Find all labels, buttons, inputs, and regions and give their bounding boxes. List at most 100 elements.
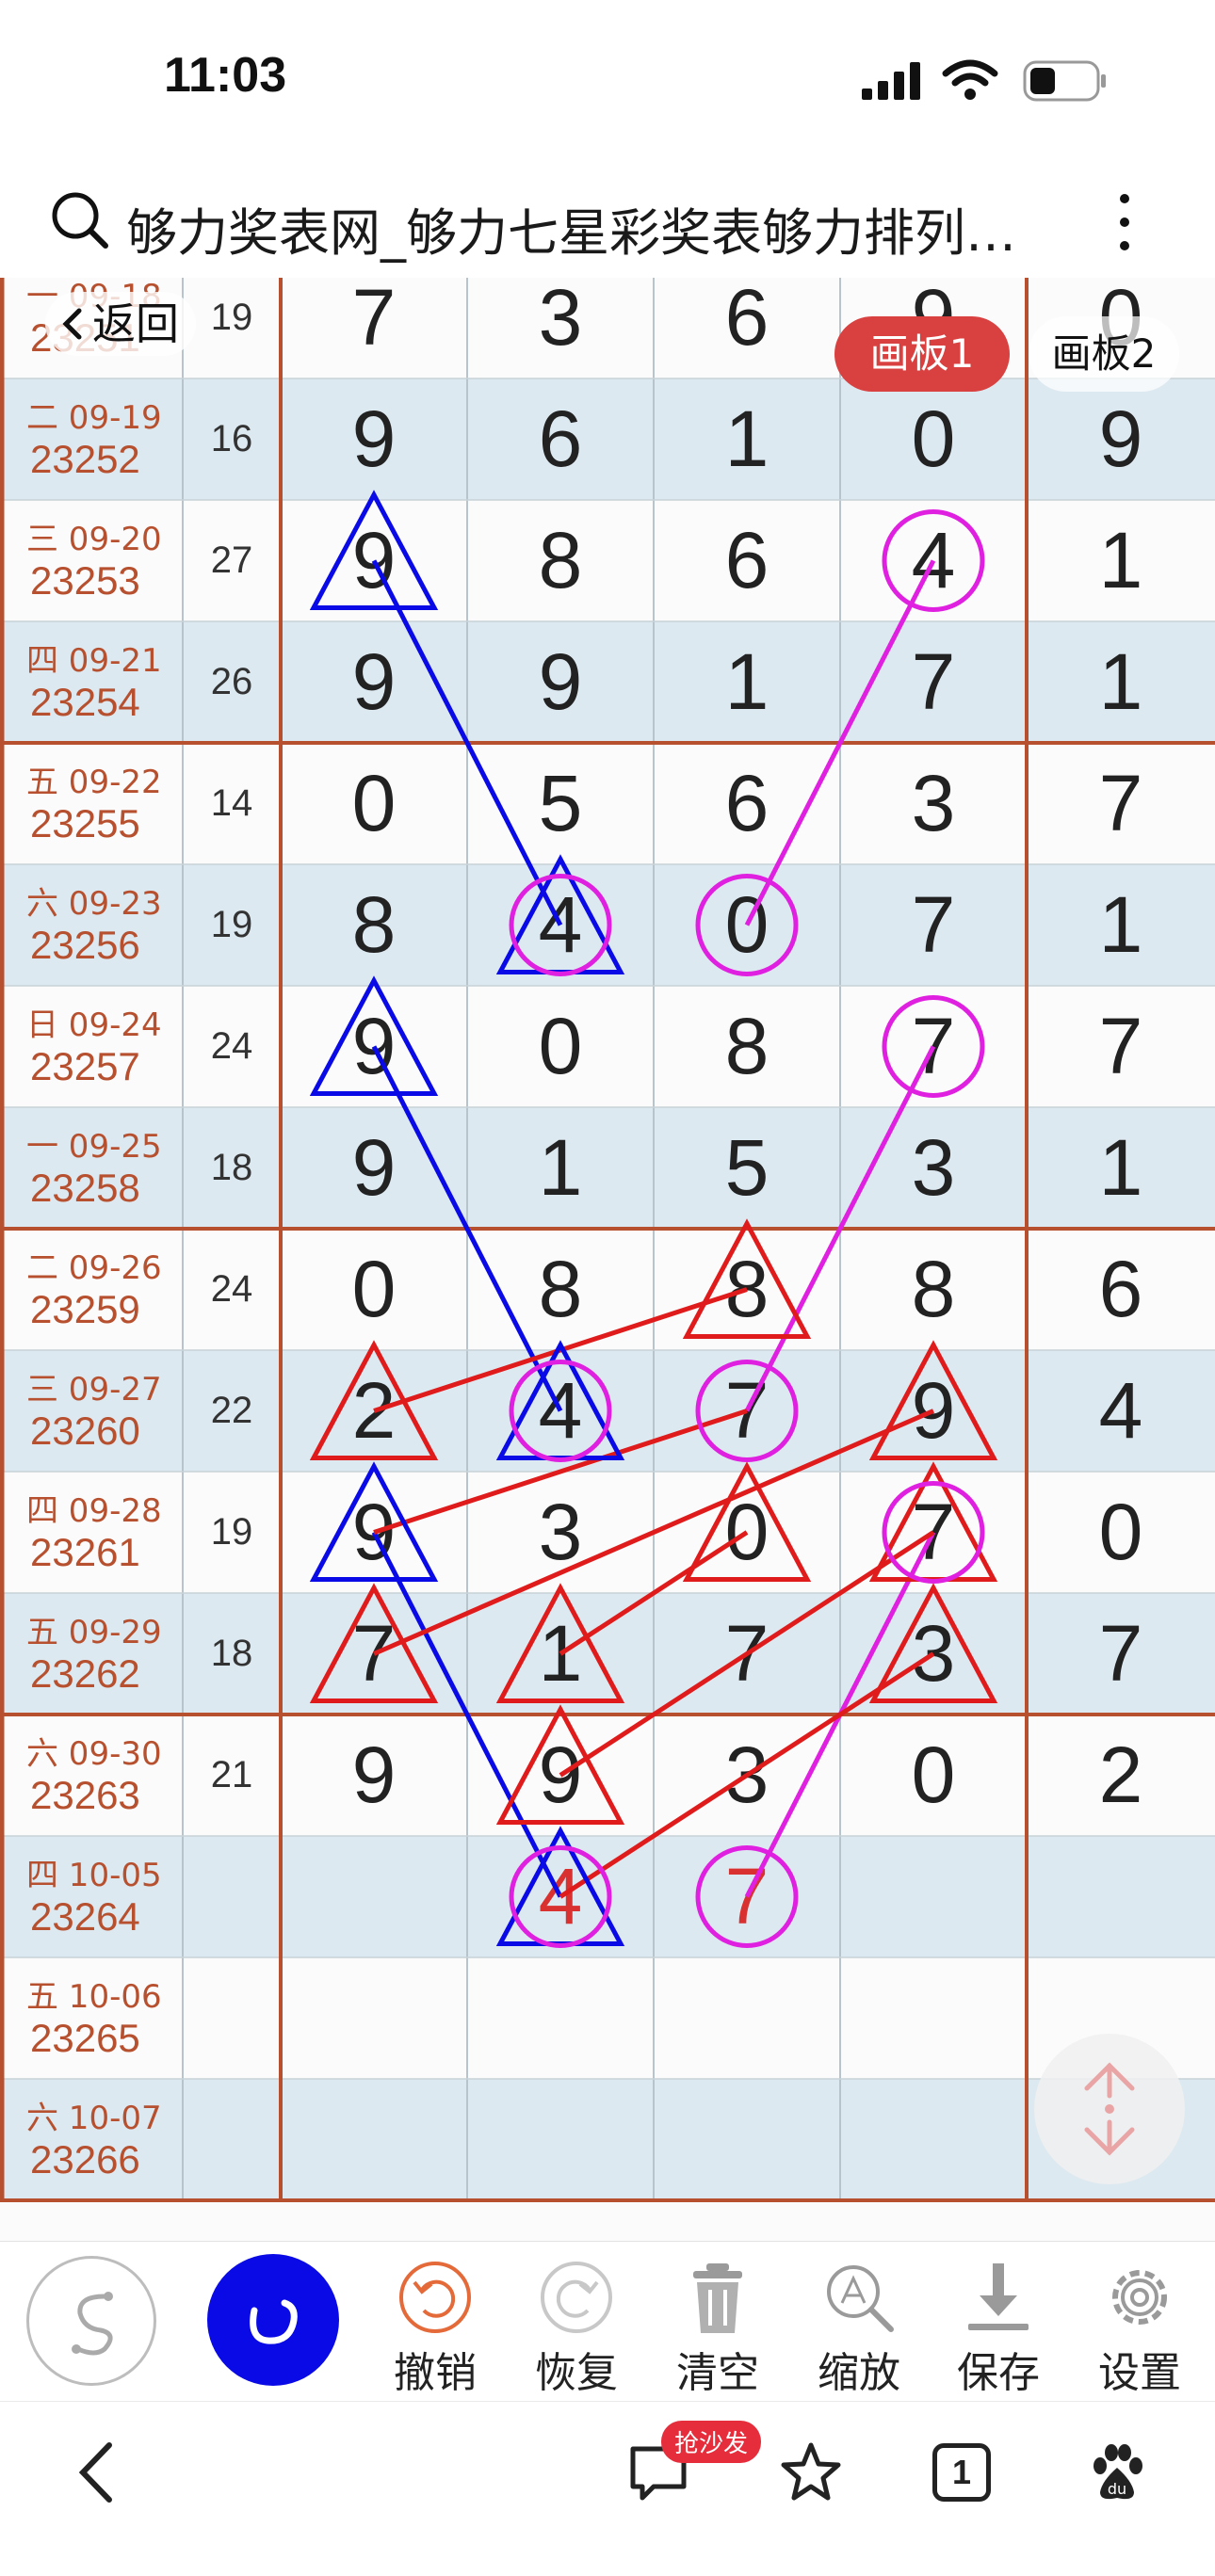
digit-cell[interactable]: 6 <box>467 378 654 500</box>
digit-cell[interactable]: 4 <box>1027 1350 1215 1472</box>
settings-button[interactable]: 设置 <box>1083 2258 1196 2397</box>
digit-cell[interactable]: 9 <box>281 1715 467 1836</box>
digit-cell[interactable] <box>840 1836 1027 1957</box>
clear-button[interactable]: 清空 <box>661 2258 774 2397</box>
digit-cell[interactable]: 1 <box>1027 864 1215 986</box>
digit-cell[interactable]: 7 <box>654 1350 840 1472</box>
board1-tab[interactable]: 画板1 <box>834 316 1010 392</box>
digit-cell[interactable]: 0 <box>281 743 467 864</box>
table-row: 三 09-27 23260 22 2 4 7 9 4 <box>0 1350 1215 1472</box>
digit-cell[interactable] <box>281 1836 467 1957</box>
digit-cell[interactable]: 7 <box>281 278 467 378</box>
smooth-pen-button[interactable] <box>26 2256 156 2386</box>
date-cell: 四 09-21 23254 <box>0 621 183 743</box>
tabs-icon[interactable]: 1 <box>932 2443 991 2502</box>
search-icon[interactable] <box>49 189 111 251</box>
digit-cell[interactable]: 4 <box>467 1836 654 1957</box>
scroll-toggle-button[interactable] <box>1034 2034 1185 2184</box>
digit-cell[interactable]: 1 <box>654 621 840 743</box>
more-icon[interactable] <box>1113 189 1136 255</box>
digit-cell[interactable]: 1 <box>1027 500 1215 621</box>
digit-cell[interactable] <box>1027 1836 1215 1957</box>
digit-cell[interactable]: 7 <box>840 864 1027 986</box>
digit-cell[interactable]: 3 <box>654 1715 840 1836</box>
digit-cell[interactable]: 7 <box>1027 1593 1215 1715</box>
baidu-paw-icon[interactable]: du <box>1083 2439 1151 2507</box>
digit-cell[interactable] <box>281 1957 467 2079</box>
digit-cell[interactable]: 8 <box>467 1229 654 1350</box>
digit-cell[interactable]: 7 <box>1027 743 1215 864</box>
digit-cell[interactable]: 2 <box>281 1350 467 1472</box>
freehand-pen-button[interactable] <box>207 2254 339 2386</box>
digit-cell[interactable]: 9 <box>281 621 467 743</box>
zoom-button[interactable]: 缩放 <box>802 2258 915 2397</box>
digit-cell[interactable] <box>467 1957 654 2079</box>
digit-cell[interactable] <box>654 2079 840 2200</box>
digit-cell[interactable]: 7 <box>654 1836 840 1957</box>
digit-cell[interactable]: 1 <box>467 1593 654 1715</box>
digit-cell[interactable]: 8 <box>281 864 467 986</box>
digit-cell[interactable]: 1 <box>654 378 840 500</box>
digit-cell[interactable] <box>840 1957 1027 2079</box>
digit-cell[interactable]: 8 <box>467 500 654 621</box>
digit-cell[interactable]: 1 <box>467 1107 654 1229</box>
digit-cell[interactable] <box>840 2079 1027 2200</box>
digit-cell[interactable]: 6 <box>1027 1229 1215 1350</box>
digit-cell[interactable]: 3 <box>840 743 1027 864</box>
board2-tab[interactable]: 画板2 <box>1029 316 1179 392</box>
digit-cell[interactable]: 0 <box>840 1715 1027 1836</box>
digit-cell[interactable]: 9 <box>467 1715 654 1836</box>
browser-address-bar[interactable]: 够力奖表网_够力七星彩奖表够力排列… <box>0 165 1215 278</box>
digit-cell[interactable]: 0 <box>654 864 840 986</box>
digit-cell[interactable]: 9 <box>1027 378 1215 500</box>
digit-cell[interactable]: 6 <box>654 743 840 864</box>
digit-cell[interactable]: 4 <box>467 1350 654 1472</box>
digit-cell[interactable]: 6 <box>654 278 840 378</box>
digit-cell[interactable]: 9 <box>467 621 654 743</box>
digit-cell[interactable]: 1 <box>1027 621 1215 743</box>
digit-cell[interactable]: 5 <box>654 1107 840 1229</box>
digit-cell[interactable]: 0 <box>467 986 654 1107</box>
table-row: 三 09-20 23253 27 9 8 6 4 1 <box>0 500 1215 621</box>
digit-cell[interactable]: 8 <box>840 1229 1027 1350</box>
back-button[interactable]: 返回 <box>45 292 196 356</box>
digit-cell[interactable]: 9 <box>840 1350 1027 1472</box>
digit-cell[interactable]: 4 <box>467 864 654 986</box>
digit-cell[interactable]: 9 <box>281 986 467 1107</box>
digit-cell[interactable]: 7 <box>654 1593 840 1715</box>
digit-cell[interactable]: 3 <box>467 278 654 378</box>
digit-cell[interactable]: 2 <box>1027 1715 1215 1836</box>
digit-cell[interactable]: 0 <box>281 1229 467 1350</box>
digit-cell[interactable] <box>654 1957 840 2079</box>
digit-cell[interactable]: 7 <box>840 621 1027 743</box>
redo-button[interactable]: 恢复 <box>520 2258 633 2397</box>
nav-back-icon[interactable] <box>75 2439 117 2505</box>
digit-cell[interactable]: 0 <box>840 378 1027 500</box>
page-title[interactable]: 够力奖表网_够力七星彩奖表够力排列… <box>126 191 1016 266</box>
star-icon[interactable] <box>778 2439 844 2505</box>
digit-cell[interactable]: 8 <box>654 1229 840 1350</box>
digit-cell[interactable]: 3 <box>840 1107 1027 1229</box>
digit-cell[interactable]: 6 <box>654 500 840 621</box>
digit-cell[interactable]: 7 <box>281 1593 467 1715</box>
digit-cell[interactable]: 7 <box>840 1472 1027 1593</box>
digit-cell[interactable]: 8 <box>654 986 840 1107</box>
lottery-table[interactable]: 一 09-18232511973690二 09-19232521696109三 … <box>0 278 1215 2241</box>
digit-cell[interactable]: 7 <box>840 986 1027 1107</box>
digit-cell[interactable]: 7 <box>1027 986 1215 1107</box>
digit-cell[interactable]: 1 <box>1027 1107 1215 1229</box>
digit-cell[interactable]: 5 <box>467 743 654 864</box>
digit-cell[interactable]: 9 <box>281 378 467 500</box>
digit-cell[interactable]: 9 <box>281 500 467 621</box>
digit-cell[interactable]: 3 <box>467 1472 654 1593</box>
digit-cell[interactable]: 3 <box>840 1593 1027 1715</box>
digit-cell[interactable]: 9 <box>281 1107 467 1229</box>
digit-cell[interactable]: 4 <box>840 500 1027 621</box>
undo-button[interactable]: 撤销 <box>379 2258 492 2397</box>
digit-cell[interactable]: 0 <box>654 1472 840 1593</box>
digit-cell[interactable]: 0 <box>1027 1472 1215 1593</box>
save-button[interactable]: 保存 <box>942 2258 1055 2397</box>
digit-cell[interactable] <box>281 2079 467 2200</box>
digit-cell[interactable]: 9 <box>281 1472 467 1593</box>
digit-cell[interactable] <box>467 2079 654 2200</box>
